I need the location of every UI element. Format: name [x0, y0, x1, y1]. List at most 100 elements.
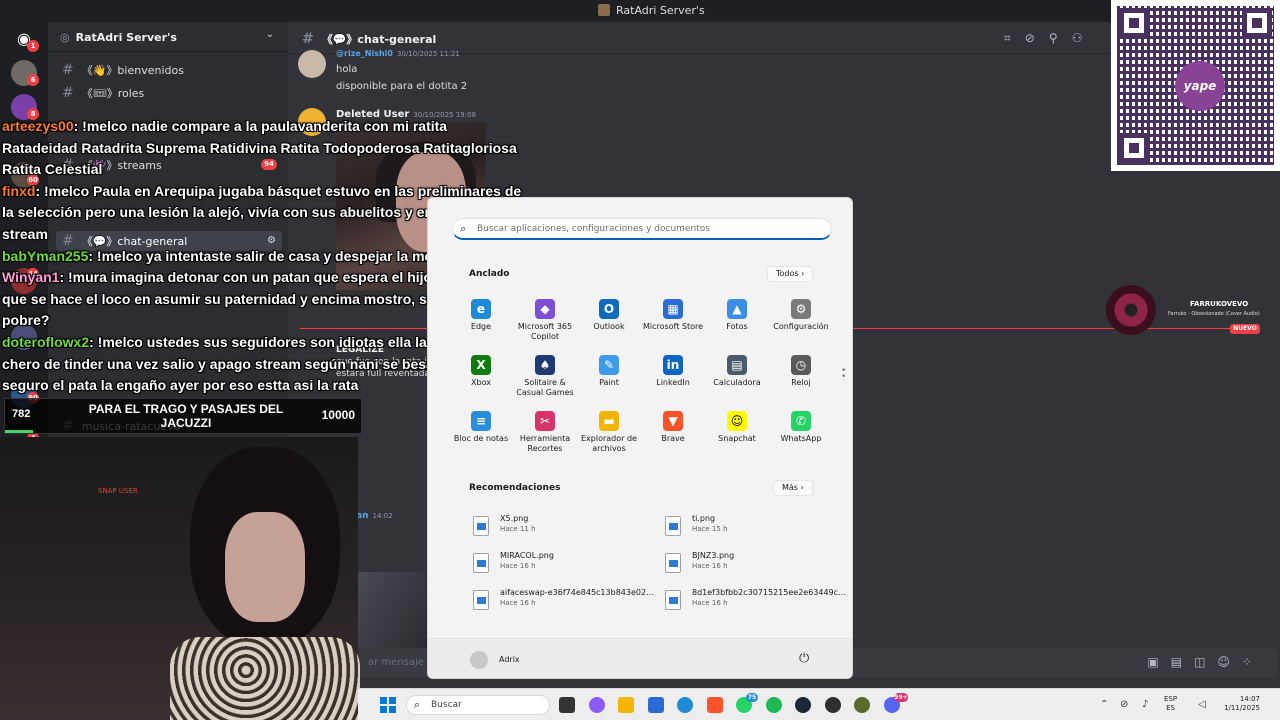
- pinned-app[interactable]: O Outlook: [577, 299, 641, 351]
- whatsapp-icon: ✆: [791, 411, 811, 431]
- header-actions[interactable]: ⌗⊘⚲⚇: [1004, 31, 1096, 46]
- gif-icon[interactable]: ▤: [1171, 655, 1194, 669]
- pinned-app-label: Xbox: [471, 378, 491, 387]
- image-file-icon: [665, 590, 681, 610]
- paint-icon: ✎: [599, 355, 619, 375]
- recommended-item[interactable]: aifaceswap-e36f74e845c13b843e02... Hace 1…: [473, 586, 654, 616]
- start-menu: ⌕ Buscar aplicaciones, configuraciones y…: [427, 197, 853, 679]
- server-header[interactable]: ◎ RatAdri Server's ⌄: [48, 22, 288, 52]
- mic-icon[interactable]: ♪: [1142, 699, 1148, 710]
- server-name: RatAdri Server's: [75, 31, 177, 44]
- pinned-app[interactable]: ✆ WhatsApp: [769, 411, 833, 463]
- recommended-item[interactable]: 8d1ef3bfbb2c30715215ee2e63449c... Hace 16…: [665, 586, 846, 616]
- snipping-icon: ✂: [535, 411, 555, 431]
- brave-icon[interactable]: [706, 697, 723, 713]
- taskbar-search[interactable]: ⌕ Buscar: [406, 695, 550, 715]
- steam-icon[interactable]: [795, 697, 811, 713]
- windows-start-icon[interactable]: [380, 697, 396, 713]
- pinned-app[interactable]: ▤ Calculadora: [705, 355, 769, 407]
- pinned-app[interactable]: ▬ Explorador de archivos: [577, 411, 641, 463]
- recommended-file-time: Hace 16 h: [692, 562, 728, 570]
- user-name[interactable]: Adrix: [499, 655, 520, 664]
- edge-icon[interactable]: [677, 697, 693, 713]
- now-playing-artist: FARRUKOVEVO: [1190, 300, 1249, 308]
- start-footer: Adrix ⏻: [428, 638, 852, 678]
- recommended-file-time: Hace 11 h: [500, 525, 536, 533]
- pinned-app[interactable]: X Xbox: [449, 355, 513, 407]
- message-text: disponible para el dotita 2: [336, 81, 468, 92]
- obs-icon[interactable]: [824, 697, 841, 713]
- pinned-app-label: Fotos: [726, 322, 748, 331]
- webcam-overlay: [358, 572, 428, 648]
- pinned-app[interactable]: ▲ Fotos: [705, 299, 769, 351]
- pinned-app[interactable]: ✂ Herramienta Recortes: [513, 411, 577, 463]
- network-icon[interactable]: ⊘: [1120, 699, 1128, 710]
- pinned-app[interactable]: ⚙ Configuración: [769, 299, 833, 351]
- pinned-app-label: Paint: [599, 378, 619, 387]
- start-search-input[interactable]: ⌕ Buscar aplicaciones, configuraciones y…: [452, 218, 832, 240]
- page-indicator[interactable]: • •: [841, 367, 846, 382]
- recommended-item[interactable]: X5.png Hace 11 h: [473, 512, 653, 542]
- folder-icon[interactable]: [618, 697, 634, 713]
- volume-icon[interactable]: ◁: [1198, 699, 1206, 710]
- nvidia-icon[interactable]: [854, 697, 870, 713]
- pinned-app[interactable]: ♠ Solitaire & Casual Games: [513, 355, 577, 407]
- pinned-app[interactable]: ≡ Bloc de notas: [449, 411, 513, 463]
- pinned-app-label: Solitaire & Casual Games: [516, 378, 574, 397]
- pinned-title: Anclado: [469, 269, 510, 279]
- pinned-app[interactable]: ◷ Reloj: [769, 355, 833, 407]
- recommended-item[interactable]: BJNZ3.png Hace 16 h: [665, 549, 845, 579]
- image-file-icon: [473, 590, 489, 610]
- stream-chat-text: : !melco ya intentaste salir de casa y d…: [88, 247, 462, 264]
- user-avatar-icon[interactable]: [470, 651, 488, 669]
- taskbar-search-label: Buscar: [431, 700, 462, 710]
- stream-chat-user: doteroflowx2: [2, 333, 90, 350]
- pinned-app[interactable]: in LinkedIn: [641, 355, 705, 407]
- start-search-placeholder: Buscar aplicaciones, configuraciones y d…: [477, 224, 710, 234]
- chevron-up-icon[interactable]: ⌃: [1100, 699, 1108, 710]
- input-actions[interactable]: ▣▤◫☺⁘: [1147, 655, 1264, 669]
- recommended-file-name: MIRACOL.png: [500, 551, 554, 560]
- window-title-bar: RatAdri Server's: [0, 0, 1280, 22]
- power-icon[interactable]: ⏻: [799, 651, 809, 666]
- pinned-app[interactable]: ☺ Snapchat: [705, 411, 769, 463]
- pinned-app[interactable]: ◆ Microsoft 365 Copilot: [513, 299, 577, 351]
- pin-icon[interactable]: ⚲: [1049, 31, 1072, 45]
- mute-icon[interactable]: ⊘: [1025, 31, 1049, 45]
- copilot-icon[interactable]: [588, 697, 605, 713]
- goal-label: PARA EL TRAGO Y PASAJES DEL JACUZZI: [88, 402, 284, 430]
- message-text: hola: [336, 64, 358, 75]
- pinned-app[interactable]: ✎ Paint: [577, 355, 641, 407]
- clock-time: 14:07: [1239, 695, 1260, 703]
- pinned-app[interactable]: ▦ Microsoft Store: [641, 299, 705, 351]
- input-language[interactable]: ESP ES: [1164, 695, 1177, 713]
- message-author[interactable]: @rize_Nishi0: [336, 49, 393, 58]
- recommended-item[interactable]: ti.png Hace 15 h: [665, 512, 845, 542]
- clock-icon: ◷: [791, 355, 811, 375]
- edge-icon: e: [471, 299, 491, 319]
- channel-roles[interactable]: # 《🎟》roles: [56, 83, 282, 103]
- chevron-down-icon[interactable]: ⌄: [266, 29, 274, 40]
- sticker-icon[interactable]: ◫: [1194, 655, 1217, 669]
- threads-icon[interactable]: ⌗: [1004, 31, 1025, 45]
- store-icon[interactable]: [647, 697, 664, 713]
- members-icon[interactable]: ⚇: [1072, 31, 1097, 45]
- gift-icon[interactable]: ▣: [1147, 655, 1170, 669]
- recommended-file-time: Hace 16 h: [692, 599, 728, 607]
- message: an 14:02: [356, 510, 393, 521]
- recommended-item[interactable]: MIRACOL.png Hace 16 h: [473, 549, 653, 579]
- apps-icon[interactable]: ⁘: [1242, 655, 1264, 669]
- all-apps-button[interactable]: Todos ›: [767, 266, 814, 282]
- taskview-icon[interactable]: [559, 697, 575, 713]
- avatar[interactable]: [298, 50, 326, 78]
- emoji-icon[interactable]: ☺: [1217, 655, 1242, 669]
- pinned-app[interactable]: e Edge: [449, 299, 513, 351]
- clock[interactable]: 14:07 1/11/2025: [1224, 695, 1260, 713]
- channel-bienvenidos[interactable]: # 《👋》bienvenidos: [56, 60, 282, 80]
- spotify-icon[interactable]: [765, 697, 782, 713]
- solitaire-icon: ♠: [535, 355, 555, 375]
- recommended-file-name: X5.png: [500, 514, 529, 523]
- more-button[interactable]: Más ›: [773, 480, 813, 496]
- pinned-app-label: Snapchat: [718, 434, 756, 443]
- pinned-app[interactable]: ▼ Brave: [641, 411, 705, 463]
